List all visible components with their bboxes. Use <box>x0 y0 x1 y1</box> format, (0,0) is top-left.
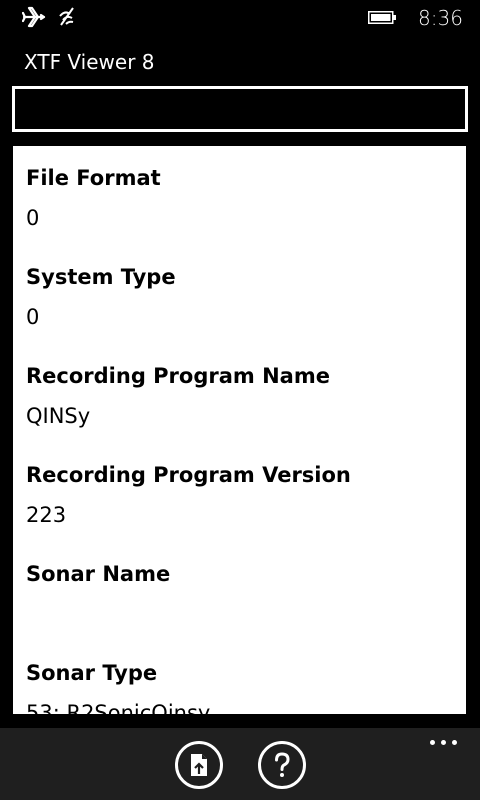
export-icon <box>191 754 207 776</box>
field-item: Recording Program Name QINSy <box>26 361 456 460</box>
field-value <box>26 599 456 629</box>
app-title: XTF Viewer 8 <box>24 50 155 74</box>
field-item: Recording Program Version 223 <box>26 460 456 559</box>
help-button[interactable] <box>258 741 306 789</box>
status-bar: 8:36 <box>0 0 480 34</box>
app-bar <box>0 728 480 800</box>
search-input[interactable] <box>12 86 468 132</box>
dot-icon <box>441 740 446 745</box>
status-time: 8:36 <box>418 6 463 30</box>
field-label: System Type <box>26 265 176 289</box>
field-item: Sonar Type 53: R2SonicQinsy <box>26 658 456 714</box>
field-value: 53: R2SonicQinsy <box>26 701 211 714</box>
field-label: Sonar Type <box>26 661 158 685</box>
field-item: Sonar Name <box>26 559 456 658</box>
more-options-button[interactable] <box>430 736 460 748</box>
wifi-off-icon <box>59 7 74 26</box>
field-label: Sonar Name <box>26 562 171 586</box>
phone-screen: 8:36 XTF Viewer 8 File Format 0 System Typ… <box>0 0 480 800</box>
field-label: File Format <box>26 166 161 190</box>
dot-icon <box>430 740 435 745</box>
dot-icon <box>452 740 457 745</box>
field-label: Recording Program Version <box>26 463 351 487</box>
help-icon <box>275 752 290 777</box>
export-button[interactable] <box>175 741 223 789</box>
field-value: 223 <box>26 503 67 527</box>
field-value: 0 <box>26 206 40 230</box>
field-label: Recording Program Name <box>26 364 330 388</box>
field-item: File Format 0 <box>26 163 456 262</box>
field-item: System Type 0 <box>26 262 456 361</box>
metadata-panel[interactable]: File Format 0 System Type 0 Recording Progra… <box>13 146 466 714</box>
field-value: 0 <box>26 305 40 329</box>
battery-icon <box>368 11 396 24</box>
field-value: QINSy <box>26 404 91 428</box>
airplane-icon <box>22 6 46 28</box>
field-list: File Format 0 System Type 0 Recording Progra… <box>26 163 456 714</box>
